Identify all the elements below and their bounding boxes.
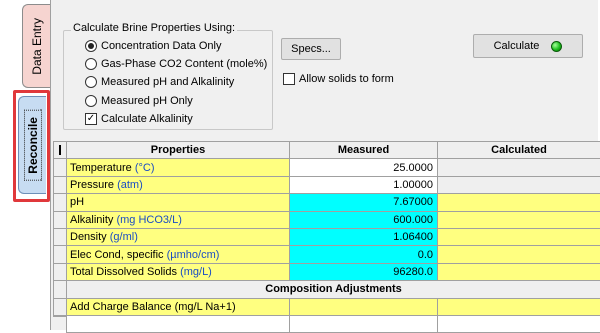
grid-header-row: Properties Measured Calculated <box>67 142 600 159</box>
radio-label: Concentration Data Only <box>101 40 221 52</box>
measured-cell[interactable]: 25.0000 <box>290 159 438 176</box>
measured-cell[interactable] <box>290 298 438 315</box>
radio-indicator <box>85 58 97 70</box>
property-name: Add Charge Balance (mg/L Na+1) <box>67 298 290 315</box>
radio-ph-and-alkalinity[interactable]: Measured pH and Alkalinity <box>85 76 234 88</box>
table-row: Temperature (°C) 25.0000 <box>67 159 600 176</box>
calculated-cell <box>438 194 600 211</box>
tab-data-entry[interactable]: Data Entry <box>22 4 50 88</box>
radio-indicator <box>85 40 97 52</box>
grid-row-header <box>53 141 66 317</box>
checkbox-box <box>283 73 295 85</box>
calculated-cell <box>438 246 600 263</box>
property-name: Density (g/ml) <box>67 228 290 245</box>
property-name: Total Dissolved Solids (mg/L) <box>67 263 290 280</box>
calculate-button-label: Calculate <box>494 40 540 52</box>
property-name: Temperature (°C) <box>67 159 290 176</box>
checkbox-label: Calculate Alkalinity <box>101 113 193 125</box>
measured-cell[interactable]: 96280.0 <box>290 263 438 280</box>
tab-data-entry-label: Data Entry <box>30 18 44 75</box>
table-row: Alkalinity (mg HCO3/L) 600.000 <box>67 211 600 228</box>
property-name: pH <box>67 194 290 211</box>
checkbox-label: Allow solids to form <box>299 73 394 85</box>
radio-label: Measured pH Only <box>101 95 193 107</box>
property-name: Pressure (atm) <box>67 176 290 193</box>
radio-indicator <box>85 95 97 107</box>
table-row: Elec Cond, specific (µmho/cm) 0.0 <box>67 246 600 263</box>
radio-gas-phase-co2[interactable]: Gas-Phase CO2 Content (mole%) <box>85 58 267 70</box>
measured-cell[interactable]: 600.000 <box>290 211 438 228</box>
radio-concentration-only[interactable]: Concentration Data Only <box>85 40 221 52</box>
calculated-cell <box>438 228 600 245</box>
property-name: Elec Cond, specific (µmho/cm) <box>67 246 290 263</box>
table-row: pH 7.67000 <box>67 194 600 211</box>
brine-options-title: Calculate Brine Properties Using: <box>71 22 237 34</box>
calculate-button[interactable]: Calculate <box>473 34 583 58</box>
calculated-cell <box>438 298 600 315</box>
side-tab-strip: Data Entry Reconcile <box>0 0 52 330</box>
allow-solids-checkbox[interactable]: Allow solids to form <box>283 73 394 85</box>
calculated-cell <box>438 159 600 176</box>
calculated-cell <box>438 176 600 193</box>
reconcile-highlight-box <box>13 90 50 202</box>
calculated-cell <box>438 263 600 280</box>
table-row: Pressure (atm) 1.00000 <box>67 176 600 193</box>
header-properties: Properties <box>67 142 290 159</box>
specs-button-label: Specs... <box>291 43 331 55</box>
radio-ph-only[interactable]: Measured pH Only <box>85 95 193 107</box>
measured-cell[interactable]: 0.0 <box>290 246 438 263</box>
table-row: Total Dissolved Solids (mg/L) 96280.0 <box>67 263 600 280</box>
row-marker-icon <box>54 142 66 159</box>
properties-grid: Properties Measured Calculated Temperatu… <box>66 141 600 333</box>
check-icon: ✓ <box>85 113 97 125</box>
table-row: Density (g/ml) 1.06400 <box>67 228 600 245</box>
measured-cell[interactable]: 1.00000 <box>290 176 438 193</box>
empty-cell <box>438 315 600 332</box>
section-row: Composition Adjustments <box>67 281 600 298</box>
radio-label: Measured pH and Alkalinity <box>101 76 234 88</box>
calculate-alkalinity-checkbox[interactable]: ✓ Calculate Alkalinity <box>85 113 193 125</box>
radio-indicator <box>85 76 97 88</box>
empty-cell <box>67 315 290 332</box>
measured-cell[interactable]: 7.67000 <box>290 194 438 211</box>
table-row: Add Charge Balance (mg/L Na+1) <box>67 298 600 315</box>
table-row <box>67 315 600 332</box>
radio-label: Gas-Phase CO2 Content (mole%) <box>101 58 267 70</box>
specs-button[interactable]: Specs... <box>281 38 341 60</box>
empty-cell <box>290 315 438 332</box>
header-measured: Measured <box>290 142 438 159</box>
calculated-cell <box>438 211 600 228</box>
header-calculated: Calculated <box>438 142 600 159</box>
status-led-icon <box>551 41 562 52</box>
property-name: Alkalinity (mg HCO3/L) <box>67 211 290 228</box>
composition-adjustments-title: Composition Adjustments <box>67 281 600 298</box>
measured-cell[interactable]: 1.06400 <box>290 228 438 245</box>
